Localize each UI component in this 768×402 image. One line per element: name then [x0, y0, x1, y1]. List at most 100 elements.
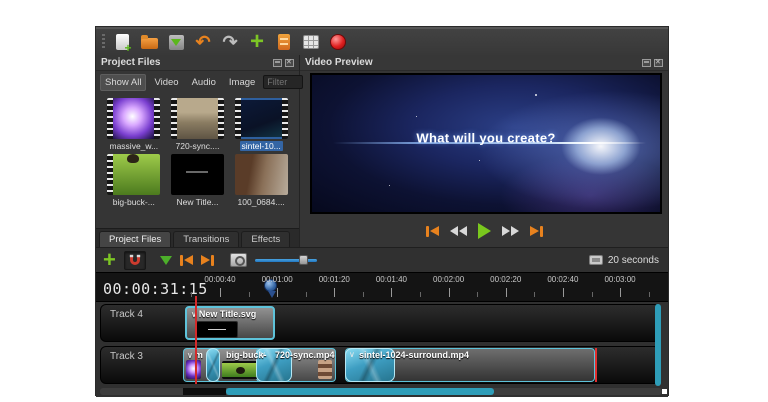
video-frame: What will you create? — [310, 73, 662, 214]
scale-icon — [588, 255, 603, 265]
toolbar-drag-handle[interactable] — [102, 34, 105, 50]
fast-forward-button[interactable] — [501, 226, 519, 236]
project-files-panel: Project Files Show All Video Audio Image… — [96, 55, 304, 247]
file-name: sintel-10... — [239, 141, 283, 151]
import-files-button[interactable]: + — [247, 30, 267, 54]
chevron-down-icon[interactable]: ∨ — [349, 350, 355, 359]
next-marker-icon — [200, 255, 210, 265]
film-grid-icon — [303, 35, 319, 49]
filter-input[interactable] — [263, 75, 304, 89]
snapping-toggle[interactable] — [123, 250, 146, 270]
vertical-scrollbar[interactable] — [655, 304, 661, 386]
file-item[interactable]: New Title... — [169, 154, 227, 207]
file-item-selected[interactable]: sintel-10... — [232, 98, 290, 151]
float-panel-icon[interactable] — [642, 58, 651, 67]
choose-profile-button[interactable] — [274, 32, 294, 52]
file-name: 100_0684.... — [237, 197, 285, 207]
ruler-label: 00:02:00 — [433, 275, 465, 284]
fullscreen-button[interactable] — [301, 32, 321, 52]
filter-tab-video[interactable]: Video — [149, 74, 183, 91]
track-4[interactable]: Track 4 ∨ New Title.svg — [100, 304, 660, 342]
timeline: + 20 seconds 00:00:31:15 00:00:40 00:01:0… — [96, 247, 668, 397]
record-circle-icon — [330, 34, 346, 50]
video-preview-frame[interactable]: What will you create? — [312, 75, 660, 212]
horizontal-scrollbar[interactable] — [100, 388, 662, 395]
redo-icon: ↷ — [222, 32, 238, 52]
video-thumbnail — [107, 98, 161, 139]
ruler-tick — [534, 292, 536, 297]
redo-button[interactable]: ↷ — [220, 32, 240, 52]
horizontal-scrollbar-thumb[interactable] — [226, 388, 494, 395]
add-track-button[interactable]: + — [103, 249, 116, 271]
tab-effects[interactable]: Effects — [241, 231, 291, 247]
timeline-toolbar: + 20 seconds — [96, 248, 668, 272]
export-video-button[interactable] — [328, 32, 348, 52]
dock-tab-bar: Project Files Transitions Effects — [96, 228, 299, 247]
next-marker-button[interactable] — [200, 254, 214, 266]
jump-to-end-button[interactable] — [529, 225, 543, 237]
file-name: New Title... — [176, 197, 219, 207]
resize-grip[interactable] — [662, 389, 667, 394]
file-name: massive_w... — [109, 141, 159, 151]
zoom-button[interactable] — [229, 253, 247, 267]
ruler-scale[interactable]: 00:00:40 00:01:00 00:01:20 00:01:40 00:02:00… — [171, 273, 666, 301]
ruler-label: 00:02:40 — [547, 275, 579, 284]
ruler-tick — [391, 288, 393, 297]
scrollbar-track-segment — [183, 388, 226, 395]
clip-thumbnail — [196, 321, 238, 338]
ruler-tick — [591, 292, 593, 297]
tab-transitions[interactable]: Transitions — [173, 231, 240, 247]
track-3[interactable]: Track 3 ∨ m big-buck- 720-sync.mp4 sintel… — [100, 346, 660, 384]
clip-trim-edge[interactable] — [595, 348, 597, 382]
ruler-tick — [648, 292, 650, 297]
close-panel-icon[interactable] — [285, 58, 294, 67]
open-folder-icon — [140, 35, 158, 49]
video-thumbnail — [170, 98, 224, 139]
tab-project-files[interactable]: Project Files — [99, 231, 172, 247]
close-panel-icon[interactable] — [654, 58, 663, 67]
undo-icon: ↶ — [195, 32, 211, 52]
previous-marker-button[interactable] — [179, 254, 193, 266]
undo-button[interactable]: ↶ — [193, 32, 213, 52]
timeline-ruler[interactable]: 00:00:31:15 00:00:40 00:01:00 00:01:20 00:0… — [96, 272, 668, 302]
new-project-button[interactable] — [112, 32, 132, 55]
rewind-button[interactable] — [449, 226, 467, 236]
video-thumbnail — [234, 98, 288, 139]
transition-1[interactable] — [206, 348, 220, 382]
file-name: 720-sync.... — [175, 141, 220, 151]
playhead-line[interactable] — [195, 296, 197, 384]
file-item[interactable]: 100_0684.... — [232, 154, 290, 207]
previous-marker-icon — [183, 255, 193, 265]
play-button[interactable] — [477, 223, 491, 239]
ruler-tick — [191, 292, 193, 297]
filter-tab-audio[interactable]: Audio — [187, 74, 221, 91]
jump-end-icon — [529, 226, 539, 236]
filter-tab-image[interactable]: Image — [224, 74, 260, 91]
filter-tabs-row: Show All Video Audio Image — [96, 71, 304, 93]
filter-tab-show-all[interactable]: Show All — [100, 73, 147, 91]
ruler-label: 00:01:40 — [375, 275, 407, 284]
panel-title: Project Files — [101, 57, 161, 68]
ruler-label: 00:02:20 — [490, 275, 522, 284]
save-project-button[interactable] — [166, 32, 186, 52]
float-panel-icon[interactable] — [273, 58, 282, 67]
file-name: big-buck-... — [112, 197, 155, 207]
file-item[interactable]: 720-sync.... — [169, 98, 227, 151]
main-toolbar: ↶ ↷ + — [96, 29, 668, 55]
transport-controls — [300, 219, 668, 243]
fast-forward-icon — [501, 226, 510, 236]
chevron-down-icon[interactable]: ∨ — [187, 351, 193, 360]
add-marker-button[interactable] — [159, 255, 172, 265]
file-item[interactable]: massive_w... — [105, 98, 163, 151]
open-project-button[interactable] — [139, 32, 159, 52]
ruler-tick — [277, 288, 279, 297]
zoom-slider[interactable] — [254, 254, 317, 266]
image-thumbnail — [234, 154, 288, 195]
title-thumbnail — [170, 154, 224, 195]
zoom-slider-thumb[interactable] — [298, 255, 308, 265]
panel-title: Video Preview — [305, 57, 373, 68]
ruler-tick — [562, 288, 564, 297]
jump-to-start-button[interactable] — [425, 225, 439, 237]
clip-new-title[interactable]: ∨ New Title.svg — [185, 306, 275, 340]
file-item[interactable]: big-buck-... — [105, 154, 163, 207]
